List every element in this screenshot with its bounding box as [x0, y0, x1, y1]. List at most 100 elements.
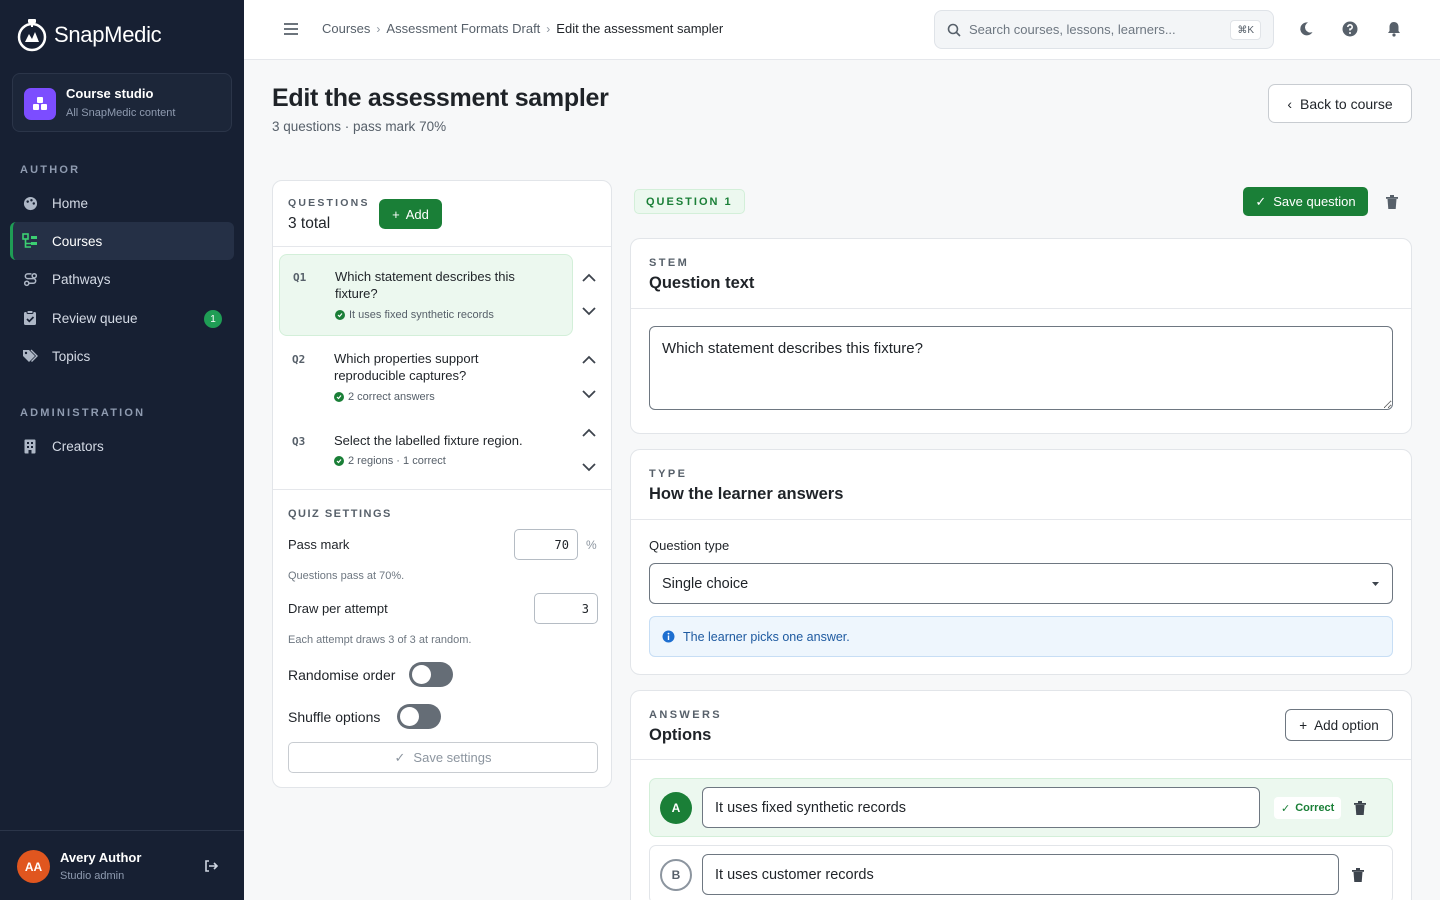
tags-icon: [22, 348, 38, 364]
check-icon: ✓: [394, 749, 406, 765]
option-letter[interactable]: B: [660, 859, 692, 891]
answer-option-b: B: [649, 845, 1393, 900]
move-down-icon[interactable]: [581, 387, 597, 401]
question-meta-text: It uses fixed synthetic records: [349, 309, 494, 321]
chevron-left-icon: ‹: [1287, 95, 1293, 112]
delete-question-icon[interactable]: [1385, 194, 1399, 210]
sidebar-item-courses[interactable]: Courses: [10, 222, 234, 260]
back-to-course-button[interactable]: ‹ Back to course: [1268, 84, 1412, 123]
cubes-icon: [24, 88, 56, 120]
question-text: Which properties support reproducible ca…: [334, 351, 479, 383]
save-question-button[interactable]: ✓ Save question: [1243, 187, 1368, 216]
save-settings-label: Save settings: [413, 750, 492, 765]
draw-hint: Each attempt draws 3 of 3 at random.: [288, 634, 472, 646]
move-up-icon[interactable]: [581, 271, 597, 285]
answers-title: Options: [649, 726, 712, 744]
question-list-item-q1[interactable]: Q1 Which statement describes this fixtur…: [279, 254, 573, 336]
studio-switcher[interactable]: Course studio All SnapMedic content: [12, 73, 232, 132]
review-count-badge: 1: [204, 310, 222, 328]
shuffle-options-label: Shuffle options: [288, 709, 381, 725]
studio-title: Course studio: [66, 86, 154, 101]
question-meta-text: 2 regions · 1 correct: [348, 455, 446, 467]
add-button-label: Add: [405, 206, 429, 222]
check-circle-icon: [335, 310, 345, 320]
question-list-item-q2[interactable]: Q2 Which properties support reproducible…: [279, 341, 573, 411]
correct-marker[interactable]: ✓ Correct: [1274, 797, 1342, 819]
shuffle-options-toggle[interactable]: [397, 704, 441, 729]
question-type-value: Single choice: [662, 575, 749, 592]
move-down-icon[interactable]: [581, 460, 597, 474]
question-badge: QUESTION 1: [634, 189, 745, 214]
add-option-label: Add option: [1314, 717, 1379, 733]
delete-option-icon[interactable]: [1351, 867, 1365, 883]
divider: [273, 246, 611, 247]
move-down-icon[interactable]: [581, 304, 597, 318]
option-text-input[interactable]: [702, 854, 1339, 895]
breadcrumb-course[interactable]: Assessment Formats Draft: [386, 21, 540, 36]
studio-subtitle: All SnapMedic content: [66, 107, 176, 119]
app-logo[interactable]: SnapMedic: [16, 18, 162, 52]
draw-per-attempt-label: Draw per attempt: [288, 601, 388, 616]
pass-mark-hint: Questions pass at 70%.: [288, 570, 405, 582]
check-icon: ✓: [1281, 802, 1291, 815]
breadcrumb-current: Edit the assessment sampler: [556, 21, 724, 36]
question-text: Select the labelled fixture region.: [334, 433, 523, 448]
randomise-order-label: Randomise order: [288, 667, 396, 683]
pass-mark-input[interactable]: [514, 529, 578, 560]
global-search[interactable]: ⌘K: [934, 10, 1274, 49]
questions-panel: QUESTIONS 3 total + Add Q1 Which stateme…: [272, 180, 612, 788]
moon-icon[interactable]: [1297, 20, 1315, 38]
sidebar-item-review-queue[interactable]: Review queue 1: [10, 299, 234, 337]
divider: [631, 519, 1411, 520]
questions-label: QUESTIONS: [288, 197, 370, 209]
avatar[interactable]: AA: [17, 850, 50, 883]
logout-icon[interactable]: [203, 858, 219, 874]
type-title: How the learner answers: [649, 485, 844, 503]
option-text-input[interactable]: [702, 787, 1260, 828]
correct-label: Correct: [1295, 802, 1335, 814]
sidebar-item-label: Review queue: [52, 310, 138, 326]
building-icon: [22, 438, 38, 454]
sitemap-icon: [22, 233, 38, 249]
question-text-input[interactable]: Which statement describes this fixture?: [649, 326, 1393, 410]
delete-option-icon[interactable]: [1353, 800, 1367, 816]
sidebar-item-topics[interactable]: Topics: [10, 337, 234, 375]
questions-total: 3 total: [288, 215, 331, 232]
sidebar-item-creators[interactable]: Creators: [10, 427, 234, 465]
type-card: TYPE How the learner answers Question ty…: [630, 449, 1412, 675]
back-button-label: Back to course: [1300, 95, 1393, 112]
move-up-icon[interactable]: [581, 353, 597, 367]
add-option-button[interactable]: + Add option: [1285, 709, 1393, 741]
save-settings-button[interactable]: ✓ Save settings: [288, 742, 598, 773]
help-icon[interactable]: [1341, 20, 1359, 38]
question-text: Which statement describes this fixture?: [335, 269, 515, 301]
search-input[interactable]: [969, 11, 1229, 48]
sidebar-item-home[interactable]: Home: [10, 184, 234, 222]
answers-card: ANSWERS Options + Add option A ✓ Correct…: [630, 690, 1412, 900]
bell-icon[interactable]: [1385, 20, 1403, 38]
question-number: Q2: [292, 353, 306, 366]
search-icon: [947, 23, 961, 37]
add-question-button[interactable]: + Add: [379, 199, 442, 229]
question-list-item-q3[interactable]: Q3 Select the labelled fixture region. 2…: [279, 421, 573, 476]
caret-down-icon: [1372, 582, 1379, 586]
draw-per-attempt-input[interactable]: [534, 593, 598, 624]
user-role: Studio admin: [60, 870, 125, 882]
question-meta: 2 correct answers: [334, 391, 435, 403]
hamburger-menu-icon[interactable]: [282, 20, 300, 38]
question-type-label: Question type: [649, 538, 730, 553]
question-type-select[interactable]: Single choice: [649, 563, 1393, 604]
chevron-right-icon: ›: [376, 21, 381, 36]
info-icon: [662, 630, 675, 643]
breadcrumb: Courses › Assessment Formats Draft › Edi…: [322, 21, 723, 36]
move-up-icon[interactable]: [581, 426, 597, 440]
save-question-label: Save question: [1273, 194, 1356, 209]
randomise-order-toggle[interactable]: [409, 662, 453, 687]
sidebar-item-label: Pathways: [52, 271, 111, 287]
stem-eyebrow: STEM: [649, 257, 690, 269]
option-letter[interactable]: A: [660, 792, 692, 824]
sidebar-item-pathways[interactable]: Pathways: [10, 260, 234, 298]
route-icon: [22, 271, 38, 287]
plus-icon: +: [1299, 717, 1308, 733]
breadcrumb-courses[interactable]: Courses: [322, 21, 370, 36]
